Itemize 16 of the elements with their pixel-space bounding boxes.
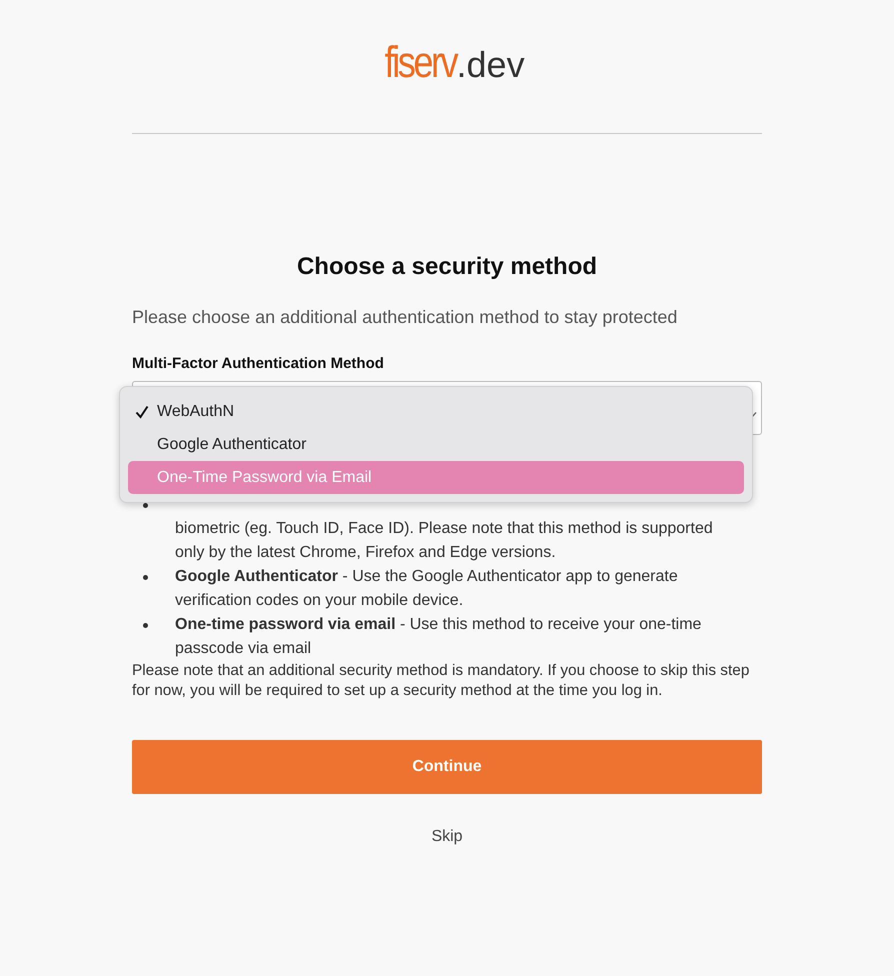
note-text: Please note that an additional security method is mandatory. If you choose to skip this step for now, you will be required to set up a security method at the time you log in. bbox=[132, 661, 750, 701]
field-label: Multi-Factor Authentication Method bbox=[132, 355, 385, 373]
dropdown-option[interactable]: WebAuthN bbox=[128, 395, 744, 428]
logo-brand: fiserv bbox=[385, 38, 457, 88]
bullet-icon bbox=[143, 575, 148, 580]
dropdown-option[interactable]: Google Authenticator bbox=[128, 428, 744, 461]
subtitle-text: Please choose an additional authentication method to stay protected bbox=[132, 306, 678, 329]
bullet-icon bbox=[143, 623, 148, 628]
bullet-icon bbox=[143, 503, 148, 508]
logo-suffix: .dev bbox=[456, 43, 525, 87]
method-description: biometric (eg. Touch ID, Face ID). Please note that this method is supported only by the latest Chrome, Firefox and Edge versions. bbox=[175, 519, 714, 563]
check-icon bbox=[135, 404, 149, 418]
page-heading: Choose a security method bbox=[296, 252, 598, 282]
method-description: One-time password via email - Use this method to receive your one-time passcode via email bbox=[175, 615, 702, 659]
skip-link[interactable]: Skip bbox=[431, 828, 463, 846]
method-description: Google Authenticator - Use the Google Authenticator app to generate verification codes on your mobile device. bbox=[175, 567, 679, 611]
